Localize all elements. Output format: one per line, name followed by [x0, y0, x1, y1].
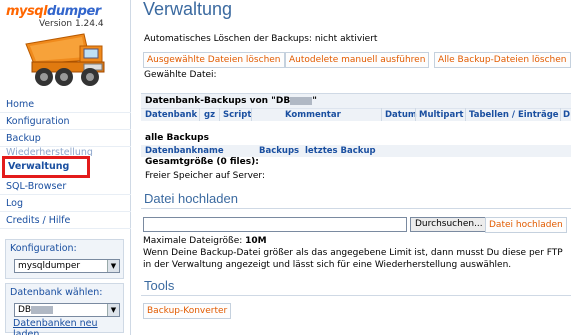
col-kommentar[interactable]: Kommentar [285, 110, 341, 120]
redacted-db-name [31, 305, 54, 314]
db-select-value: DB [18, 305, 32, 315]
col-datenbankname[interactable]: Datenbankname [145, 146, 224, 156]
db-label: Datenbank wählen: [10, 287, 103, 298]
db-select[interactable]: DB ▼ [14, 303, 120, 317]
col-script[interactable]: Script [223, 110, 251, 120]
sidebar: mysqldumper Version 1.24.4 Home Konfigur… [0, 0, 131, 335]
nav-credits[interactable]: Credits / Hilfe [0, 212, 131, 229]
version-label: Version 1.24.4 [39, 19, 104, 29]
browse-button[interactable]: Durchsuchen... [410, 217, 488, 232]
autodelete-button[interactable]: Autodelete manuell ausführen [285, 52, 430, 68]
nav-home[interactable]: Home [0, 96, 131, 113]
nav-log[interactable]: Log [0, 195, 131, 212]
backup-converter-button[interactable]: Backup-Konverter [143, 303, 232, 319]
col-backups[interactable]: Backups [259, 146, 299, 156]
max-file-size: Maximale Dateigröße: 10M [143, 236, 267, 246]
nav-backup[interactable]: Backup [0, 130, 131, 147]
db-backups-columns: Datenbank gz Script Kommentar Datum Mult… [141, 108, 571, 121]
logo-text-part1: mysql [6, 4, 48, 19]
auto-delete-status: Automatisches Löschen der Backups: nicht… [144, 34, 378, 44]
col-d[interactable]: D [563, 110, 570, 120]
config-label: Konfiguration: [10, 243, 77, 254]
nav-konfiguration[interactable]: Konfiguration [0, 113, 131, 130]
upload-button[interactable]: Datei hochladen [485, 217, 567, 233]
tools-section-title: Tools [141, 278, 571, 296]
nav-verwaltung[interactable]: Verwaltung [2, 156, 90, 178]
col-datenbank[interactable]: Datenbank [145, 110, 197, 120]
col-tabellen[interactable]: Tabellen / Einträge [469, 110, 559, 120]
mysqldumper-logo[interactable]: mysqldumper [6, 4, 126, 19]
logo-text-part2: dumper [47, 4, 101, 19]
reload-databases-link[interactable]: Datenbanken neu laden [10, 318, 119, 335]
config-select-value: mysqldumper [18, 261, 81, 271]
file-path-input[interactable] [143, 217, 407, 232]
delete-selected-button[interactable]: Ausgewählte Dateien löschen [143, 52, 285, 68]
delete-all-button[interactable]: Alle Backup-Dateien löschen [434, 52, 571, 68]
col-letztes-backup[interactable]: letztes Backup [305, 146, 376, 156]
col-datum[interactable]: Datum [385, 110, 417, 120]
config-select[interactable]: mysqldumper ▼ [14, 259, 120, 273]
db-backups-title: Datenbank-Backups von "DB " [145, 96, 317, 106]
main-nav: Home Konfiguration Backup Wiederherstell… [0, 96, 131, 229]
upload-info-text: Wenn Deine Backup-Datei größer als das a… [143, 248, 563, 270]
col-multipart[interactable]: Multipart [419, 110, 463, 120]
upload-section-title: Datei hochladen [141, 191, 571, 209]
all-backups-title: alle Backups [145, 133, 209, 143]
nav-sql-browser[interactable]: SQL-Browser [0, 178, 131, 195]
chevron-down-icon: ▼ [107, 260, 119, 272]
page-title: Verwaltung [143, 0, 233, 19]
chevron-down-icon: ▼ [107, 304, 119, 316]
dump-truck-icon [25, 33, 105, 86]
db-panel: Datenbank wählen: DB ▼ Datenbanken neu l… [5, 283, 124, 335]
db-backups-table-header: Datenbank-Backups von "DB " Datenbank gz … [141, 93, 571, 121]
all-backups-columns: Datenbankname Backups letztes Backup [141, 145, 571, 157]
free-space-label: Freier Speicher auf Server: [145, 171, 266, 181]
config-panel: Konfiguration: mysqldumper ▼ [5, 239, 124, 279]
redacted-db-name [290, 96, 313, 105]
nav-wiederherstellung[interactable]: Wiederherstellung [0, 147, 131, 156]
total-size-label: Gesamtgröße (0 files): [145, 157, 259, 167]
main-content: Verwaltung Automatisches Löschen der Bac… [136, 0, 571, 335]
selected-file-label: Gewählte Datei: [144, 70, 217, 80]
col-gz[interactable]: gz [204, 110, 215, 120]
